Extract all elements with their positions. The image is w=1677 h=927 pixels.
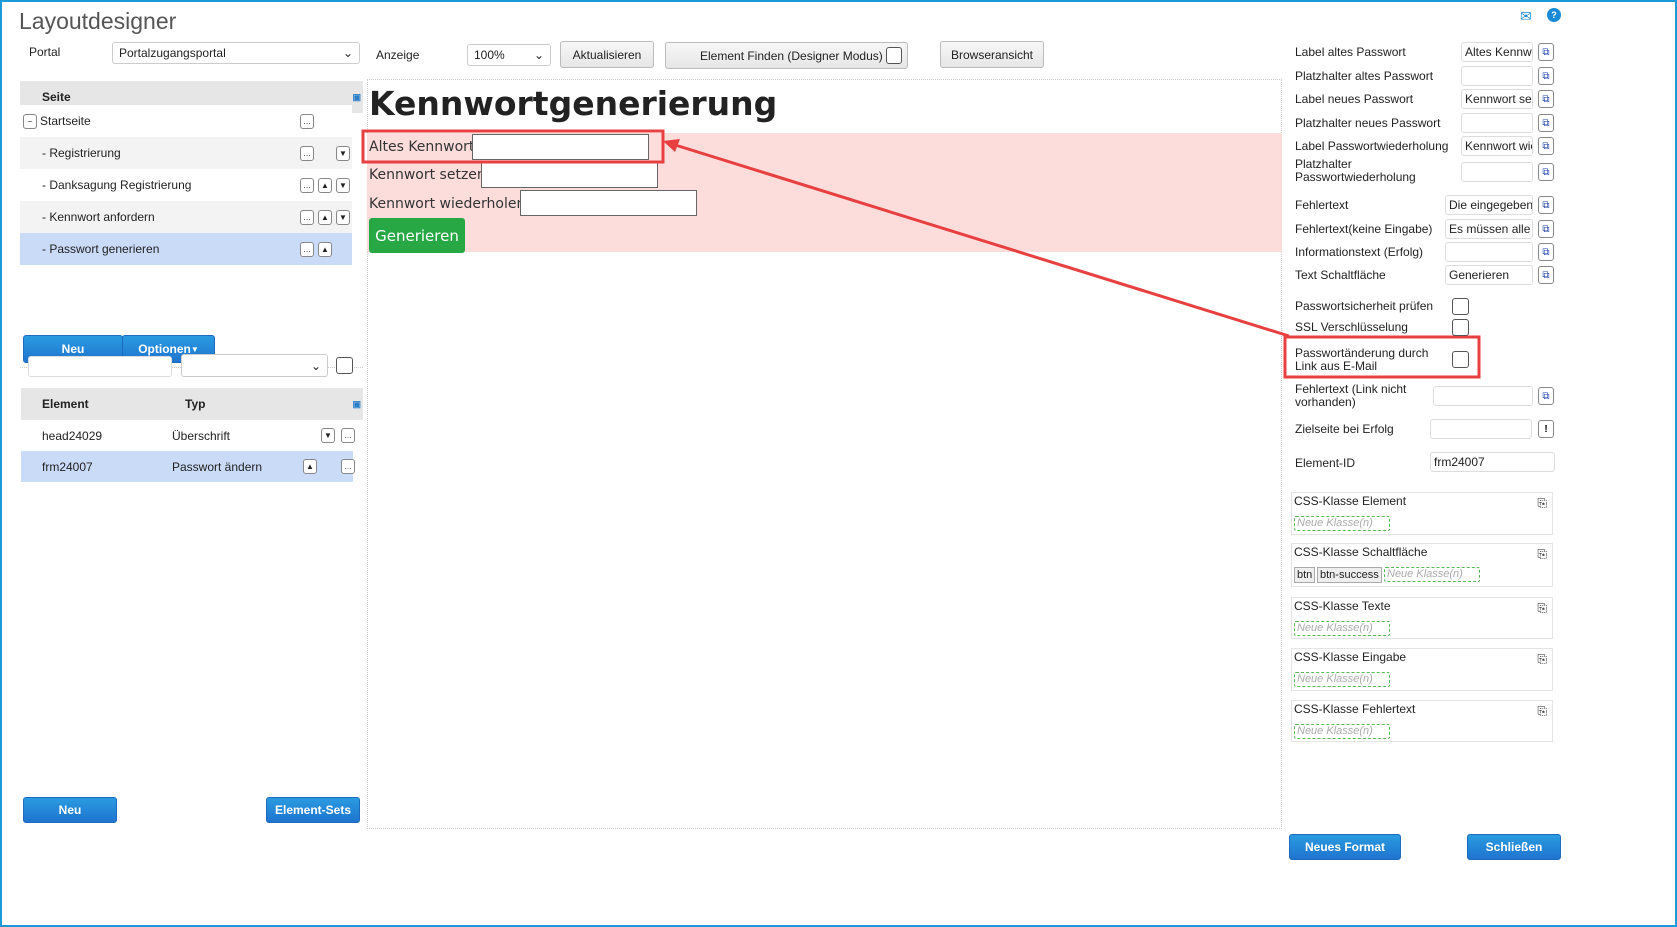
css-label: CSS-Klasse Fehlertext	[1294, 702, 1416, 716]
ssl-checkbox[interactable]	[1452, 319, 1469, 336]
css-tag[interactable]: btn-success	[1317, 567, 1382, 583]
translate-icon[interactable]: ⧉	[1538, 266, 1554, 284]
prop-label: Label altes Passwort	[1295, 45, 1406, 59]
translate-icon[interactable]: ⧉	[1538, 67, 1554, 85]
translate-icon[interactable]: ⧉	[1538, 243, 1554, 261]
translate-icon[interactable]: ⧉	[1538, 220, 1554, 238]
alert-icon[interactable]: !	[1538, 420, 1554, 438]
prop-input[interactable]	[1445, 242, 1533, 262]
prop-label: Text Schaltfläche	[1295, 268, 1386, 282]
arrowhead-icon	[663, 139, 680, 152]
email-link-checkbox[interactable]	[1452, 351, 1469, 368]
prop-label: Fehlertext(keine Eingabe)	[1295, 222, 1433, 236]
prop-input[interactable]	[1461, 162, 1533, 182]
new-class-input[interactable]: Neue Klasse(n)	[1294, 672, 1390, 687]
translate-icon[interactable]: ⧉	[1538, 114, 1554, 132]
css-tag[interactable]: btn	[1294, 567, 1316, 583]
element-id-input[interactable]: frm24007	[1430, 452, 1555, 472]
prop-input[interactable]	[1461, 113, 1533, 133]
css-label: CSS-Klasse Element	[1294, 494, 1407, 508]
prop-label: Platzhalter neues Passwort	[1295, 116, 1441, 130]
prop-input[interactable]	[1461, 66, 1533, 86]
highlight-box-old-password	[361, 129, 665, 164]
copy-icon[interactable]: ⎘	[1537, 652, 1547, 667]
copy-icon[interactable]: ⎘	[1537, 547, 1547, 562]
prop-label: Platzhalter altes Passwort	[1295, 69, 1434, 83]
translate-icon[interactable]: ⧉	[1538, 43, 1554, 61]
target-page-input[interactable]	[1430, 419, 1532, 439]
check-label: SSL Verschlüsselung	[1295, 320, 1408, 334]
new-class-input[interactable]: Neue Klasse(n)	[1294, 516, 1390, 531]
css-class-texts: CSS-Klasse Texte ⎘ Neue Klasse(n)	[1291, 597, 1553, 639]
new-class-input[interactable]: Neue Klasse(n)	[1384, 567, 1480, 582]
copy-icon[interactable]: ⎘	[1537, 496, 1547, 511]
new-class-input[interactable]: Neue Klasse(n)	[1294, 724, 1390, 739]
prop-input[interactable]: Es müssen alle F	[1445, 219, 1533, 239]
copy-icon[interactable]: ⎘	[1537, 601, 1547, 616]
css-label: CSS-Klasse Eingabe	[1294, 650, 1407, 664]
translate-icon[interactable]: ⧉	[1538, 387, 1554, 405]
new-class-input[interactable]: Neue Klasse(n)	[1294, 621, 1390, 636]
css-label: CSS-Klasse Schaltfläche	[1294, 545, 1428, 559]
check-label: Passwortsicherheit prüfen	[1295, 299, 1434, 313]
target-page-label: Zielseite bei Erfolg	[1295, 422, 1394, 436]
annotation-arrow	[671, 142, 1290, 338]
css-label: CSS-Klasse Texte	[1294, 599, 1391, 613]
check-label: Passwortänderung durch Link aus E-Mail	[1295, 346, 1429, 373]
copy-icon[interactable]: ⎘	[1537, 704, 1547, 719]
element-id-label: Element-ID	[1295, 456, 1356, 470]
prop-label: Label Passwortwiederholung	[1295, 139, 1449, 153]
prop-input[interactable]: Die eingegebenen	[1445, 195, 1533, 215]
css-class-error: CSS-Klasse Fehlertext ⎘ Neue Klasse(n)	[1291, 700, 1553, 742]
css-class-input: CSS-Klasse Eingabe ⎘ Neue Klasse(n)	[1291, 648, 1553, 691]
link-error-input[interactable]	[1433, 386, 1533, 406]
translate-icon[interactable]: ⧉	[1538, 196, 1554, 214]
password-strength-checkbox[interactable]	[1452, 298, 1469, 315]
prop-label: Informationstext (Erfolg)	[1295, 245, 1424, 259]
close-button[interactable]: Schließen	[1467, 834, 1561, 860]
prop-input[interactable]: Kennwort setzen	[1461, 89, 1533, 109]
css-class-element: CSS-Klasse Element ⎘ Neue Klasse(n)	[1291, 492, 1553, 535]
prop-label: Fehlertext	[1295, 198, 1349, 212]
prop-label: Platzhalter Passwortwiederholung	[1295, 157, 1416, 184]
link-error-label: Fehlertext (Link nicht vorhanden)	[1295, 382, 1407, 409]
translate-icon[interactable]: ⧉	[1538, 137, 1554, 155]
prop-input[interactable]: Kennwort wiederholen	[1461, 136, 1533, 156]
prop-input[interactable]: Generieren	[1445, 265, 1533, 285]
prop-input[interactable]: Altes Kennwort	[1461, 42, 1533, 62]
translate-icon[interactable]: ⧉	[1538, 90, 1554, 108]
new-format-button[interactable]: Neues Format	[1289, 834, 1401, 860]
prop-label: Label neues Passwort	[1295, 92, 1414, 106]
css-class-button: CSS-Klasse Schaltfläche ⎘ btn btn-success Ne…	[1291, 543, 1553, 587]
translate-icon[interactable]: ⧉	[1538, 163, 1554, 181]
